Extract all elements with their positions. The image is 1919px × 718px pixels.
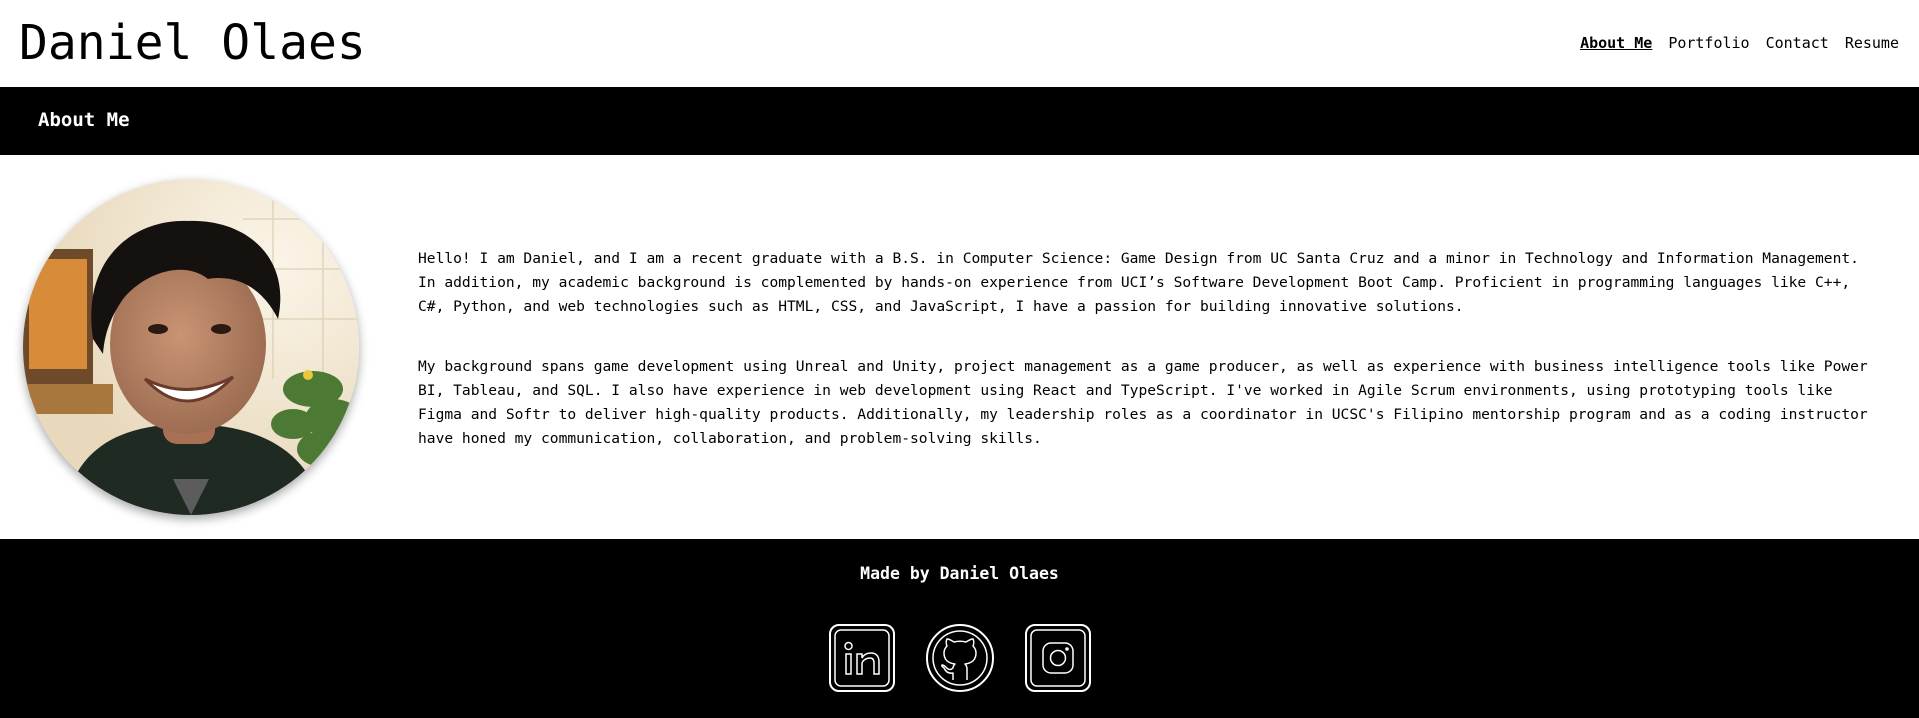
linkedin-icon (828, 624, 895, 692)
nav-link-contact[interactable]: Contact (1766, 33, 1829, 53)
nav-link-resume[interactable]: Resume (1845, 33, 1899, 53)
main-nav: About Me Portfolio Contact Resume (1580, 33, 1899, 53)
bio: Hello! I am Daniel, and I am a recent gr… (418, 247, 1873, 487)
section-title: About Me (38, 109, 130, 131)
instagram-link[interactable] (1024, 623, 1092, 693)
profile-photo (23, 179, 359, 515)
avatar (23, 179, 359, 515)
site-header: Daniel Olaes About Me Portfolio Contact … (0, 0, 1919, 87)
site-footer: Made by Daniel Olaes (0, 539, 1919, 718)
site-title: Daniel Olaes (19, 15, 366, 71)
social-links (0, 623, 1919, 693)
instagram-icon (1024, 624, 1091, 692)
nav-link-about-me[interactable]: About Me (1580, 33, 1652, 53)
about-section: Hello! I am Daniel, and I am a recent gr… (0, 155, 1919, 539)
linkedin-link[interactable] (828, 623, 896, 693)
github-link[interactable] (925, 623, 994, 693)
nav-link-portfolio[interactable]: Portfolio (1668, 33, 1749, 53)
section-title-bar: About Me (0, 87, 1919, 155)
bio-paragraph-1: Hello! I am Daniel, and I am a recent gr… (418, 250, 1859, 315)
footer-credit: Made by Daniel Olaes (860, 564, 1059, 583)
bio-paragraph-2: My background spans game development usi… (418, 358, 1868, 447)
github-icon (925, 624, 994, 692)
